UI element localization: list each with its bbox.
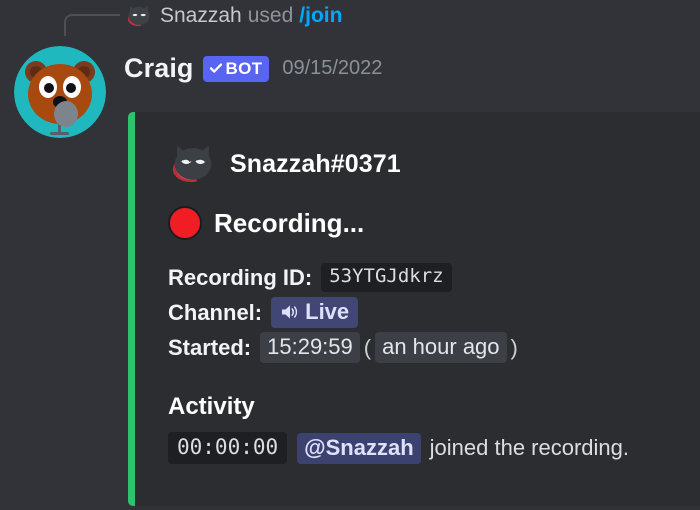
message-header: Craig BOT 09/15/2022 (124, 53, 382, 84)
embed-author: Snazzah#0371 (168, 142, 700, 186)
recording-id-value: 53YTGJdkrz (321, 263, 452, 292)
started-time-value: 15:29:59 (260, 332, 360, 363)
embed-author-name: Snazzah#0371 (230, 149, 401, 178)
started-relative-value: an hour ago (375, 332, 507, 363)
activity-timecode: 00:00:00 (168, 431, 288, 465)
embed-fields: Recording ID: 53YTGJdkrz Channel: Live S… (168, 260, 700, 365)
cat-avatar-icon (172, 145, 212, 182)
speaker-icon (282, 305, 298, 319)
paren-open: ( (363, 334, 372, 360)
check-icon (209, 63, 222, 73)
interaction-reply-content: Snazzah used /join (124, 0, 342, 32)
bot-badge-label: BOT (225, 58, 263, 78)
activity-description: joined the recording. (429, 435, 629, 460)
red-circle-icon (168, 206, 202, 240)
reply-command-link[interactable]: /join (299, 4, 342, 28)
message-embed: Snazzah#0371 Recording... Recording ID: … (128, 112, 700, 506)
reply-verb: used (247, 4, 294, 27)
embed-title-text: Recording... (214, 207, 365, 238)
field-label: Recording ID: (168, 264, 313, 290)
user-mention[interactable]: @Snazzah (297, 432, 421, 464)
paren-close: ) (510, 334, 518, 360)
bot-badge: BOT (202, 55, 270, 82)
field-label: Started: (168, 334, 252, 360)
craig-beaver-avatar (14, 46, 106, 138)
embed-title: Recording... (168, 205, 700, 241)
discord-message-view: Snazzah used /join Craig BOT 09/15/2022 … (0, 0, 700, 510)
field-recording-id: Recording ID: 53YTGJdkrz (168, 260, 700, 295)
message-author-name[interactable]: Craig (124, 53, 194, 84)
field-label: Channel: (168, 299, 263, 325)
activity-entry: 00:00:00 @Snazzah joined the recording. (168, 431, 700, 465)
channel-mention[interactable]: Live (271, 297, 359, 328)
activity-heading: Activity (168, 393, 255, 420)
interaction-reply-header: Snazzah used /join (0, 0, 700, 36)
message-timestamp: 09/15/2022 (282, 57, 383, 79)
avatar[interactable] (14, 46, 106, 138)
channel-name: Live (305, 299, 350, 324)
cat-avatar-icon (127, 6, 150, 27)
field-channel: Channel: Live (168, 295, 700, 330)
reply-username[interactable]: Snazzah (160, 4, 242, 28)
field-started: Started: 15:29:59 ( an hour ago ) (168, 330, 700, 365)
reply-spine-line (64, 14, 120, 36)
